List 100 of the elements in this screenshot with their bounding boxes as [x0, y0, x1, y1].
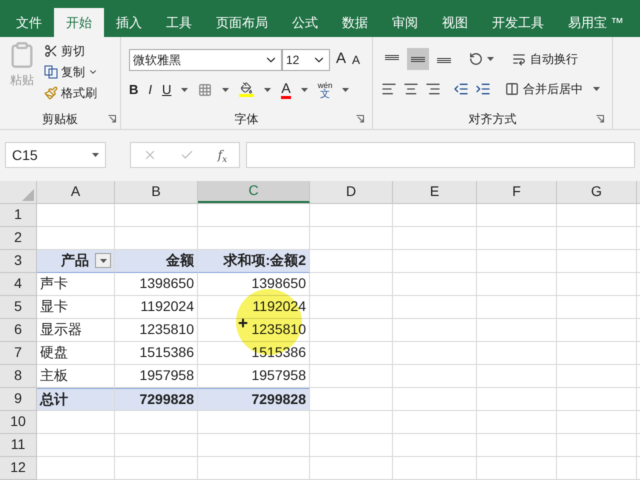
fill-color-icon[interactable]: [239, 82, 254, 98]
empty-cell[interactable]: [310, 342, 393, 365]
align-right-icon[interactable]: [425, 81, 441, 98]
empty-cell[interactable]: [557, 410, 637, 434]
dropdown-caret-icon[interactable]: [92, 153, 99, 158]
empty-cell[interactable]: [557, 272, 637, 296]
empty-cell[interactable]: [310, 318, 393, 342]
empty-cell[interactable]: [477, 204, 557, 227]
empty-cell[interactable]: [115, 434, 198, 457]
column-header[interactable]: F: [477, 180, 557, 203]
ribbon-tab[interactable]: 插入: [104, 8, 154, 38]
formula-input-field[interactable]: [246, 142, 635, 168]
ribbon-tab[interactable]: 开始: [54, 8, 104, 38]
grow-font-button[interactable]: A: [336, 48, 346, 71]
empty-cell[interactable]: [310, 456, 393, 480]
empty-cell[interactable]: [557, 318, 637, 342]
empty-cell[interactable]: [393, 272, 477, 296]
row-header[interactable]: 3: [0, 250, 37, 273]
ribbon-tab[interactable]: 数据: [330, 8, 380, 38]
empty-cell[interactable]: [477, 250, 557, 273]
empty-cell[interactable]: [557, 342, 637, 365]
empty-cell[interactable]: [477, 388, 557, 411]
orientation-icon[interactable]: [469, 52, 483, 66]
vertical-align-button[interactable]: [407, 48, 429, 70]
empty-cell[interactable]: [477, 364, 557, 388]
empty-cell[interactable]: [310, 226, 393, 250]
empty-cell[interactable]: [557, 456, 637, 480]
dialog-launcher-icon[interactable]: [356, 114, 364, 123]
empty-cell[interactable]: [477, 434, 557, 457]
empty-cell[interactable]: [310, 410, 393, 434]
ribbon-tab[interactable]: 公式: [280, 8, 330, 38]
dropdown-caret-icon[interactable]: [300, 88, 308, 92]
italic-button[interactable]: I: [148, 80, 152, 100]
empty-cell[interactable]: [393, 250, 477, 273]
empty-cell[interactable]: [557, 388, 637, 411]
dialog-launcher-icon[interactable]: [596, 114, 604, 123]
empty-cell[interactable]: [477, 226, 557, 250]
bold-button[interactable]: B: [129, 80, 138, 100]
column-header[interactable]: G: [557, 180, 637, 203]
empty-cell[interactable]: [310, 296, 393, 319]
empty-cell[interactable]: [393, 388, 477, 411]
row-header[interactable]: 10: [0, 410, 37, 434]
ribbon-tab[interactable]: 视图: [430, 8, 480, 38]
wrap-text-button[interactable]: 自动换行: [512, 50, 578, 68]
empty-cell[interactable]: [393, 456, 477, 480]
ribbon-tab[interactable]: 工具: [154, 8, 204, 38]
row-header[interactable]: 8: [0, 364, 37, 388]
row-header[interactable]: 6: [0, 318, 37, 342]
empty-cell[interactable]: [557, 364, 637, 388]
empty-cell[interactable]: [393, 434, 477, 457]
phonetic-button[interactable]: wén 文: [318, 80, 332, 99]
column-header[interactable]: D: [310, 180, 393, 203]
empty-cell[interactable]: [393, 296, 477, 319]
empty-cell[interactable]: [477, 456, 557, 480]
merge-center-button[interactable]: 合并后居中: [505, 80, 600, 98]
empty-cell[interactable]: [310, 434, 393, 457]
row-header[interactable]: 5: [0, 296, 37, 319]
align-left-icon[interactable]: [381, 81, 397, 98]
name-box[interactable]: C15: [5, 142, 106, 168]
dropdown-caret-icon[interactable]: [181, 88, 188, 92]
empty-cell[interactable]: [477, 296, 557, 319]
empty-cell[interactable]: [393, 342, 477, 365]
row-header[interactable]: 9: [0, 388, 37, 411]
row-header[interactable]: 4: [0, 272, 37, 296]
row-header[interactable]: 11: [0, 434, 37, 457]
empty-cell[interactable]: [393, 318, 477, 342]
row-header[interactable]: 1: [0, 204, 37, 227]
empty-cell[interactable]: [393, 364, 477, 388]
copy-button[interactable]: 复制: [44, 63, 98, 82]
insert-function-button[interactable]: f$_{x}$: [218, 146, 228, 164]
dropdown-caret-icon[interactable]: [222, 88, 230, 92]
ribbon-tab[interactable]: 页面布局: [204, 8, 280, 38]
empty-cell[interactable]: [477, 342, 557, 365]
decrease-indent-icon[interactable]: [453, 81, 469, 98]
ribbon-tab[interactable]: 易用宝 ™: [556, 8, 636, 38]
empty-cell[interactable]: [393, 226, 477, 250]
empty-cell[interactable]: [115, 410, 198, 434]
dropdown-caret-icon[interactable]: [100, 258, 106, 263]
font-color-button[interactable]: A: [281, 80, 291, 100]
empty-cell[interactable]: [477, 318, 557, 342]
dialog-launcher-icon[interactable]: [108, 114, 116, 123]
font-name-field[interactable]: 微软雅黑: [129, 48, 282, 71]
ribbon-tab[interactable]: 开发工具: [480, 8, 556, 38]
empty-cell[interactable]: [115, 456, 198, 480]
ribbon-tab[interactable]: 审阅: [380, 8, 430, 38]
dropdown-caret-icon[interactable]: [593, 87, 600, 92]
cut-button[interactable]: 剪切: [44, 42, 98, 60]
row-header[interactable]: 12: [0, 456, 37, 480]
increase-indent-icon[interactable]: [475, 81, 491, 98]
dropdown-caret-icon[interactable]: [487, 57, 494, 62]
filter-button[interactable]: [95, 253, 111, 268]
empty-cell[interactable]: [310, 364, 393, 388]
empty-cell[interactable]: [557, 226, 637, 250]
format-painter-button[interactable]: 格式刷: [44, 84, 98, 102]
empty-cell[interactable]: [393, 410, 477, 434]
borders-icon[interactable]: [198, 82, 212, 97]
shrink-font-button[interactable]: A: [352, 50, 360, 69]
empty-cell[interactable]: [198, 456, 310, 480]
empty-cell[interactable]: [115, 204, 198, 227]
empty-cell[interactable]: [198, 204, 310, 227]
